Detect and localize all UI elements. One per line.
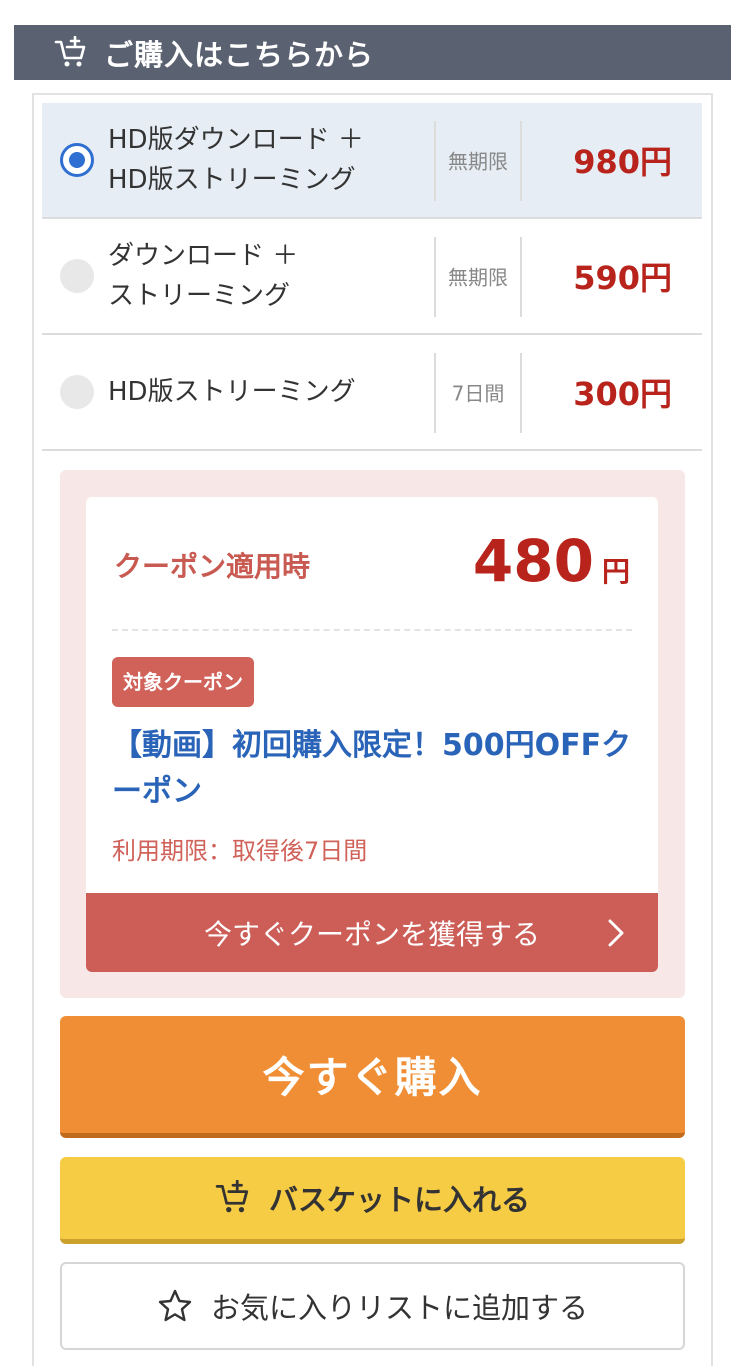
option-label: HD版ダウンロード ＋ HD版ストリーミング — [108, 120, 428, 200]
divider — [520, 353, 522, 433]
option-label-line1: HD版ストリーミング — [108, 377, 356, 407]
coupon-expiry: 利用期限：取得後7日間 — [112, 837, 368, 865]
purchase-header-title: ご購入はこちらから — [104, 37, 375, 72]
cart-plus-icon — [54, 35, 86, 66]
option-label-line1: HD版ダウンロード ＋ — [108, 125, 364, 155]
coupon-name: 【動画】初回購入限定！500円OFFクーポン — [112, 728, 632, 809]
coupon-badge: 対象クーポン — [112, 657, 254, 707]
get-coupon-button[interactable]: 今すぐクーポンを獲得する — [86, 893, 658, 972]
radio-button[interactable] — [60, 259, 94, 293]
purchase-panel: ご購入はこちらから HD版ダウンロード ＋ HD版ストリーミング 無期限 980… — [0, 0, 753, 1366]
option-period: 無期限 — [448, 149, 508, 174]
purchase-header: ご購入はこちらから — [14, 25, 731, 80]
option-label-line2: HD版ストリーミング — [108, 165, 356, 195]
cart-plus-icon — [215, 1180, 249, 1213]
option-period: 7日間 — [451, 381, 505, 406]
divider — [520, 121, 522, 201]
add-to-favorites-button[interactable]: お気に入りリストに追加する — [60, 1262, 685, 1350]
option-label-line1: ダウンロード ＋ — [108, 241, 299, 271]
buy-now-button-label: 今すぐ購入 — [262, 1053, 483, 1102]
option-price: 980円 — [573, 143, 672, 181]
coupon-applied-price-unit: 円 — [601, 555, 630, 588]
divider — [520, 237, 522, 317]
star-icon — [158, 1289, 192, 1322]
option-download-streaming[interactable]: ダウンロード ＋ ストリーミング 無期限 590円 — [42, 219, 702, 335]
coupon-applied-price-value: 480 — [472, 527, 594, 595]
radio-button-selected[interactable] — [60, 143, 94, 177]
option-period: 無期限 — [448, 265, 508, 290]
get-coupon-button-label: 今すぐクーポンを獲得する — [203, 917, 540, 951]
option-label: ダウンロード ＋ ストリーミング — [108, 236, 428, 316]
option-hd-streaming[interactable]: HD版ストリーミング 7日間 300円 — [42, 335, 702, 451]
option-price: 300円 — [573, 375, 672, 413]
coupon-card: クーポン適用時 480 円 対象クーポン 【動画】初回購入限定！500円OFFクー… — [86, 497, 658, 972]
buy-now-button[interactable]: 今すぐ購入 — [60, 1016, 685, 1138]
option-price: 590円 — [573, 259, 672, 297]
add-to-basket-button-label: バスケットに入れる — [268, 1183, 530, 1217]
coupon-applied-label: クーポン適用時 — [114, 550, 311, 583]
option-hd-download-streaming[interactable]: HD版ダウンロード ＋ HD版ストリーミング 無期限 980円 — [42, 103, 702, 219]
option-label-line2: ストリーミング — [108, 281, 291, 311]
option-label: HD版ストリーミング — [108, 372, 428, 412]
add-to-basket-button[interactable]: バスケットに入れる — [60, 1157, 685, 1244]
radio-button[interactable] — [60, 375, 94, 409]
add-to-favorites-button-label: お気に入りリストに追加する — [210, 1291, 588, 1325]
dashed-divider — [112, 629, 632, 631]
chevron-right-icon — [608, 919, 624, 946]
coupon-applied-price: 480 円 — [473, 527, 630, 595]
